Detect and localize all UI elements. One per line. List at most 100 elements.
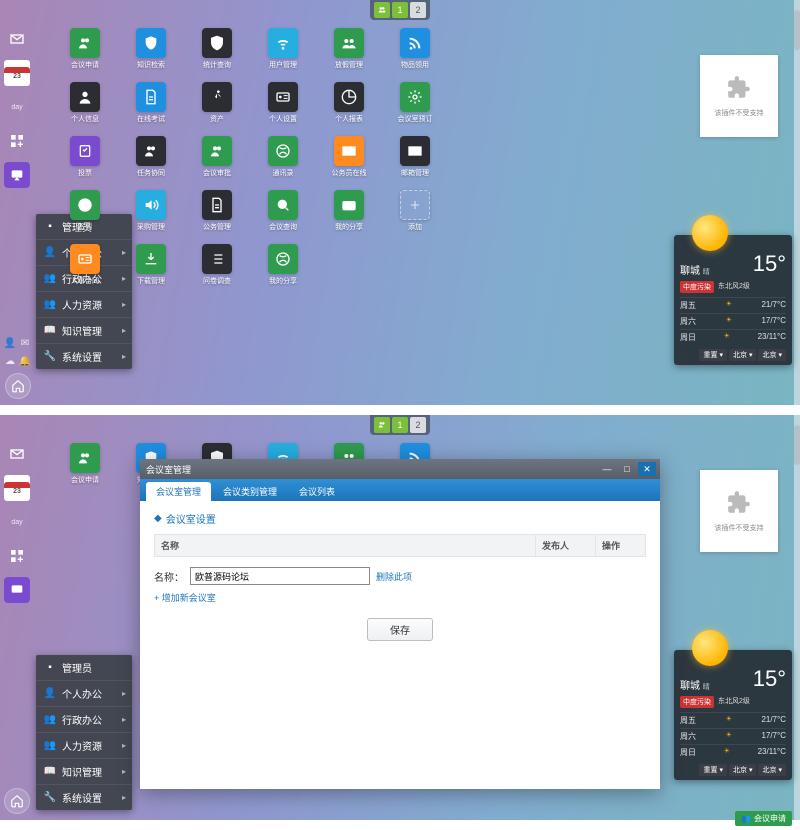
group-icon: 👥	[44, 740, 56, 752]
menu-item-settings[interactable]: 🔧系统设置▸	[36, 785, 132, 810]
add-room-link[interactable]: + 增加新会议室	[154, 591, 646, 604]
page-1[interactable]: 1	[392, 417, 408, 433]
breadcrumb: ◆会议室设置	[154, 511, 646, 526]
app-人事合同[interactable]: 人事合同	[56, 244, 114, 294]
cloud-mini-icon[interactable]: ☁	[4, 355, 16, 367]
app-知识检索[interactable]: 知识检索	[122, 28, 180, 78]
chat-icon[interactable]	[4, 162, 30, 188]
tab-category-manage[interactable]: 会议类别管理	[213, 482, 287, 501]
scrollbar[interactable]	[794, 415, 800, 820]
minimize-button[interactable]: ―	[598, 462, 616, 476]
sound-icon	[136, 190, 166, 220]
taskbar-pill[interactable]: 👥 会议申请	[735, 811, 792, 826]
puzzle-icon	[726, 490, 752, 519]
app-会议申请[interactable]: 会议申请	[56, 443, 114, 493]
wind-text: 东北风2级	[718, 696, 750, 708]
page-2[interactable]: 2	[410, 417, 426, 433]
app-label: 会议查询	[269, 222, 297, 232]
weather-select[interactable]: 北京▾	[758, 349, 786, 361]
day-label[interactable]: day	[4, 509, 30, 535]
group-icon: 👥	[44, 299, 56, 311]
app-公务员在线[interactable]: 公务员在线	[320, 136, 378, 186]
people-icon[interactable]	[374, 2, 390, 18]
mail-mini-icon[interactable]: ✉	[19, 337, 31, 349]
close-button[interactable]: ✕	[638, 462, 656, 476]
app-放假管理[interactable]: 放假管理	[320, 28, 378, 78]
menu-item-hr[interactable]: 👥人力资源▸	[36, 733, 132, 759]
home-button[interactable]	[5, 373, 31, 399]
app-资产[interactable]: 资产	[188, 82, 246, 132]
add-tile-icon[interactable]	[4, 543, 30, 569]
scrollbar[interactable]	[794, 0, 800, 405]
weather-select[interactable]: 北京▾	[758, 764, 786, 776]
tab-meeting-list[interactable]: 会议列表	[289, 482, 345, 501]
menu-item-admin[interactable]: ▪管理员	[36, 655, 132, 681]
sun-small-icon: ☀	[726, 316, 732, 327]
bottom-left-controls: 👤 ✉ ☁ 🔔	[4, 337, 31, 399]
weather-cond: 晴	[703, 269, 710, 276]
room-name-input[interactable]	[190, 567, 370, 585]
scrollbar-thumb[interactable]	[794, 425, 800, 465]
app-会议室预订[interactable]: 会议室预订	[386, 82, 444, 132]
mail-icon[interactable]	[4, 441, 30, 467]
scrollbar-thumb[interactable]	[794, 10, 800, 50]
app-label: 会议室预订	[398, 114, 433, 124]
dialog-titlebar[interactable]: 会议室管理 ― □ ✕	[140, 459, 660, 479]
app-投票[interactable]: 投票	[56, 136, 114, 186]
group-icon: 👥	[44, 273, 56, 285]
app-会议查询[interactable]: 会议查询	[254, 190, 312, 240]
add-tile-icon[interactable]	[4, 128, 30, 154]
app-邮箱管理[interactable]: 邮箱管理	[386, 136, 444, 186]
app-问卷调查[interactable]: 问卷调查	[188, 244, 246, 294]
app-个人设置[interactable]: 个人设置	[254, 82, 312, 132]
calendar-icon[interactable]: 23	[4, 475, 30, 501]
day-label[interactable]: day	[4, 94, 30, 120]
app-物品领用[interactable]: 物品领用	[386, 28, 444, 78]
app-用户管理[interactable]: 用户管理	[254, 28, 312, 78]
app-在线考试[interactable]: 在线考试	[122, 82, 180, 132]
app-下载管理[interactable]: 下载管理	[122, 244, 180, 294]
weather-select[interactable]: 重置▾	[699, 349, 727, 361]
app-label: 会议申请	[71, 475, 99, 485]
weather-select[interactable]: 北京▾	[729, 349, 757, 361]
app-公务管理[interactable]: 公务管理	[188, 190, 246, 240]
card-icon	[70, 244, 100, 274]
home-button[interactable]	[4, 788, 30, 814]
app-会议审批[interactable]: 会议审批	[188, 136, 246, 186]
group-icon: 👥	[44, 714, 56, 726]
mail-icon[interactable]	[4, 26, 30, 52]
menu-item-settings[interactable]: 🔧系统设置▸	[36, 344, 132, 369]
col-action: 操作	[596, 535, 646, 557]
menu-item-hr[interactable]: 👥人力资源▸	[36, 292, 132, 318]
bell-mini-icon[interactable]: 🔔	[19, 355, 31, 367]
weather-widget: 聊城 晴 15° 中度污染 东北风2级 周五☀21/7°C 周六☀17/7°C …	[674, 235, 792, 365]
page-2[interactable]: 2	[410, 2, 426, 18]
app-统计查询[interactable]: 统计查询	[188, 28, 246, 78]
app-个人报表[interactable]: 个人报表	[320, 82, 378, 132]
chat-icon[interactable]	[4, 577, 30, 603]
people-icon[interactable]	[374, 417, 390, 433]
menu-item-knowledge[interactable]: 📖知识管理▸	[36, 318, 132, 344]
menu-item-knowledge[interactable]: 📖知识管理▸	[36, 759, 132, 785]
app-我的分享[interactable]: 我的分享	[320, 190, 378, 240]
menu-item-admin-office[interactable]: 👥行政办公▸	[36, 707, 132, 733]
app-个人信息[interactable]: 个人信息	[56, 82, 114, 132]
maximize-button[interactable]: □	[618, 462, 636, 476]
calendar-icon[interactable]: 23	[4, 60, 30, 86]
menu-item-personal-office[interactable]: 👤个人办公▸	[36, 681, 132, 707]
app-我的分享[interactable]: 我的分享	[254, 244, 312, 294]
delete-link[interactable]: 删除此项	[376, 570, 412, 583]
app-通讯录[interactable]: 通讯录	[254, 136, 312, 186]
save-button[interactable]: 保存	[367, 618, 433, 641]
weather-select[interactable]: 重置▾	[699, 764, 727, 776]
app-任务协同[interactable]: 任务协同	[122, 136, 180, 186]
weather-select[interactable]: 北京▾	[729, 764, 757, 776]
app-采购管理[interactable]: 采购管理	[122, 190, 180, 240]
app-签到[interactable]: 签到	[56, 190, 114, 240]
app-会议申请[interactable]: 会议申请	[56, 28, 114, 78]
user-mini-icon[interactable]: 👤	[4, 337, 16, 349]
app-label: 个人报表	[335, 114, 363, 124]
app-添加[interactable]: 添加	[386, 190, 444, 240]
tab-room-manage[interactable]: 会议室管理	[146, 482, 211, 501]
page-1[interactable]: 1	[392, 2, 408, 18]
